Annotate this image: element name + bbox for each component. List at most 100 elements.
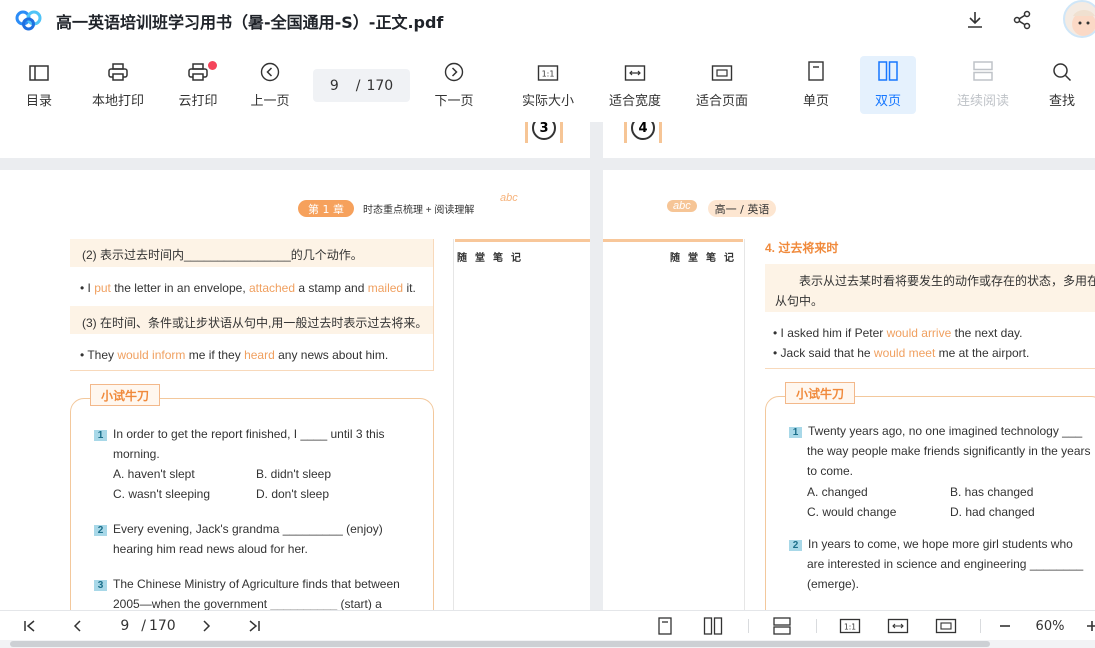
local-print-button[interactable]: 本地打印 — [86, 56, 150, 114]
single-page-label: 单页 — [802, 94, 829, 109]
example-1: • I asked him if Peter would arrive the … — [773, 326, 1023, 340]
actual-size-icon: 1:1 — [537, 56, 559, 82]
search-button[interactable]: 查找 — [1044, 56, 1080, 114]
zoom-level[interactable]: 60% — [1030, 616, 1070, 636]
continuous-read-icon — [972, 56, 994, 82]
question-2-cont: hearing him read news aloud for her. — [113, 542, 308, 556]
toc-button[interactable]: 目录 — [20, 56, 58, 114]
status-bar: 9 / 170 1:1 60% — [0, 610, 1095, 640]
block-border — [765, 368, 1095, 369]
baidu-netdisk-logo-icon — [15, 10, 42, 31]
chapter-pill: 第 1 章 — [298, 200, 354, 217]
share-icon[interactable] — [1010, 8, 1034, 32]
actual-size-icon[interactable]: 1:1 — [838, 616, 862, 636]
local-print-label: 本地打印 — [91, 94, 144, 109]
first-page-icon[interactable] — [20, 616, 40, 636]
question-3: 3 The Chinese Ministry of Agriculture fin… — [94, 577, 400, 591]
block-border — [70, 370, 434, 371]
example-2: • They would inform me if they heard any… — [80, 348, 389, 362]
option-a: A. haven't slept — [113, 467, 195, 481]
column-divider — [744, 239, 745, 610]
zoom-in-icon[interactable] — [1082, 616, 1095, 636]
column-divider — [453, 239, 454, 610]
option-d: D. don't sleep — [256, 487, 330, 501]
download-icon[interactable] — [963, 8, 987, 32]
next-page-label: 下一页 — [434, 94, 474, 109]
notes-heading: 随堂笔记 — [670, 253, 742, 264]
prev-page-button[interactable]: 上一页 — [246, 56, 294, 114]
question-2-cont: (emerge). — [807, 577, 860, 591]
subject-pill: 高一 / 英语 — [708, 200, 776, 217]
printer-icon — [107, 56, 129, 82]
notes-divider — [455, 239, 590, 242]
left-page: 第 1 章 时态重点梳理 + 阅读理解 abc 随堂笔记 (2) 表示过去时间内… — [0, 170, 590, 610]
prev-page-icon[interactable] — [68, 616, 88, 636]
document-viewer[interactable]: 3 4 第 1 章 时态重点梳理 + 阅读理解 abc 随堂笔记 (2) 表示过… — [0, 122, 1095, 610]
page-number: 4 — [631, 122, 655, 140]
actual-size-button[interactable]: 1:1 实际大小 — [516, 56, 580, 114]
page-separator: / — [141, 618, 146, 634]
right-page: abc 高一 / 英语 随堂笔记 4. 过去将来时 表示从过去某时看将要发生的动… — [603, 170, 1095, 610]
continuous-read-icon[interactable] — [771, 616, 793, 636]
current-page-value: 9 — [329, 77, 339, 94]
fit-page-icon — [711, 56, 733, 82]
user-avatar[interactable] — [1063, 0, 1095, 38]
continuous-read-button[interactable]: 连续阅读 — [952, 56, 1014, 114]
total-pages-value: 170 — [148, 618, 176, 634]
continuous-read-label: 连续阅读 — [956, 94, 1009, 109]
fit-width-icon — [624, 56, 646, 82]
description-line-2: 从句中。 — [775, 294, 824, 308]
double-page-button[interactable]: 双页 — [860, 56, 916, 114]
previous-right-page: 4 — [603, 122, 1095, 158]
zoom-out-icon[interactable] — [995, 616, 1015, 636]
question-1: 1 In order to get the report finished, I … — [94, 427, 385, 441]
question-1-cont: the way people make friends significantl… — [807, 444, 1091, 458]
document-title: 高一英语培训班学习用书（暑-全国通用-S）-正文.pdf — [56, 13, 444, 32]
question-1-cont: to come. — [807, 464, 854, 478]
chevron-right-circle-icon — [444, 56, 464, 82]
double-page-icon — [877, 56, 899, 82]
toolbar: 目录 本地打印 云打印 上一页 下一页 1:1 实际大小 适合宽度 适合页面 单… — [0, 40, 1095, 122]
section-title: 4. 过去将来时 — [765, 241, 839, 255]
previous-left-page: 3 — [0, 122, 590, 158]
scrollbar-thumb[interactable] — [10, 641, 990, 647]
rule-2: (2) 表示过去时间内________________的几个动作。 — [82, 248, 363, 262]
page-number-badge: 4 — [624, 122, 662, 143]
fit-page-label: 适合页面 — [695, 94, 748, 109]
page-separator: / — [355, 77, 361, 94]
prev-page-label: 上一页 — [250, 94, 290, 109]
double-page-icon[interactable] — [702, 616, 724, 636]
notes-divider — [603, 239, 743, 242]
rule-3: (3) 在时间、条件或让步状语从句中,用一般过去时表示过去将来。 — [82, 316, 428, 330]
question-2: 2 In years to come, we hope more girl stu… — [789, 537, 1073, 551]
page-indicator[interactable]: 9 / 170 — [108, 616, 188, 636]
example-2: • Jack said that he would meet me at the… — [773, 346, 1030, 360]
next-page-button[interactable]: 下一页 — [430, 56, 478, 114]
fit-width-icon[interactable] — [886, 616, 910, 636]
single-page-button[interactable]: 单页 — [796, 56, 836, 114]
search-label: 查找 — [1048, 94, 1075, 109]
fit-width-button[interactable]: 适合宽度 — [603, 56, 667, 114]
last-page-icon[interactable] — [244, 616, 264, 636]
block-border — [433, 239, 434, 370]
abc-decoration: abc — [667, 200, 697, 212]
abc-decoration: abc — [500, 192, 518, 204]
page-number-input[interactable]: 9 / 170 — [313, 69, 410, 102]
current-page-value: 9 — [120, 618, 130, 634]
horizontal-scrollbar[interactable] — [0, 640, 1095, 648]
question-1: 1 Twenty years ago, no one imagined techn… — [789, 424, 1082, 438]
option-c: C. wasn't sleeping — [113, 487, 211, 501]
description-line-1: 表示从过去某时看将要发生的动作或存在的状态，多用在宾语 — [799, 274, 1095, 288]
separator — [816, 619, 817, 633]
next-page-icon[interactable] — [196, 616, 216, 636]
page-number-badge: 3 — [525, 122, 563, 143]
option-b: B. has changed — [950, 485, 1034, 499]
single-page-icon[interactable] — [654, 616, 676, 636]
chevron-left-circle-icon — [260, 56, 280, 82]
fit-page-button[interactable]: 适合页面 — [690, 56, 754, 114]
page-number: 3 — [532, 122, 556, 140]
title-bar: 高一英语培训班学习用书（暑-全国通用-S）-正文.pdf — [0, 0, 1095, 40]
cloud-print-label: 云打印 — [178, 94, 218, 109]
cloud-printer-icon — [187, 56, 209, 82]
fit-page-icon[interactable] — [934, 616, 958, 636]
